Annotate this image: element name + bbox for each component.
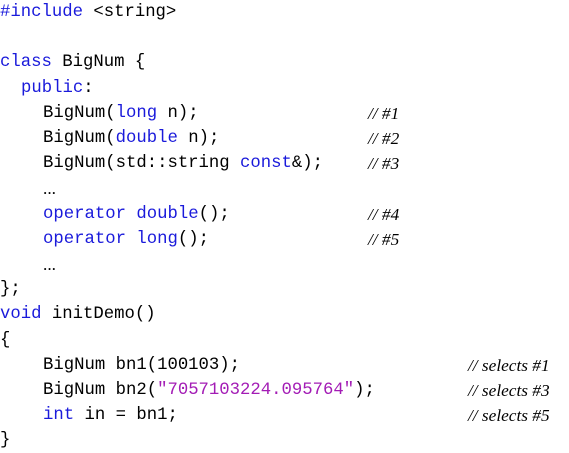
code-line: ... <box>0 176 56 201</box>
code-text: BigNum bn2( <box>43 381 158 400</box>
code-keyword: const <box>240 154 292 174</box>
code-line: BigNum(std::string const&); <box>0 151 323 176</box>
code-text: BigNum( <box>43 129 116 148</box>
code-line: ... <box>0 252 56 277</box>
code-line: operator long(); <box>0 227 209 252</box>
code-string: "7057103224.095764" <box>157 381 355 400</box>
code-comment: // selects #1 <box>468 355 550 375</box>
code-text: BigNum { <box>51 53 146 73</box>
code-line: BigNum(double n); <box>0 126 219 151</box>
code-text: n); <box>157 103 199 123</box>
code-text: BigNum bn1(100103); <box>43 355 241 375</box>
code-line: } <box>0 428 10 453</box>
code-text: in = bn1; <box>74 406 178 426</box>
code-text: { <box>0 330 11 350</box>
code-line: class BigNum { <box>0 50 145 75</box>
code-ellipsis: ... <box>43 179 56 199</box>
code-keyword: operator <box>43 229 126 249</box>
code-keyword: double <box>115 129 178 148</box>
code-keyword: class <box>0 53 52 73</box>
code-comment: // #4 <box>368 204 400 224</box>
code-text: : <box>83 78 94 98</box>
code-line: }; <box>0 277 21 302</box>
code-keyword: int <box>43 406 75 426</box>
code-text: &); <box>291 154 324 174</box>
code-listing: #include <string> class BigNum {public: Bi… <box>0 0 569 450</box>
code-line: BigNum bn1(100103); <box>0 353 240 378</box>
code-line: BigNum bn2("7057103224.095764"); <box>0 378 375 403</box>
code-text: BigNum(std::string <box>43 154 241 174</box>
code-comment: // #2 <box>368 129 400 148</box>
code-line: #include <string> <box>0 0 176 25</box>
code-keyword: long <box>136 229 178 249</box>
code-comment: // selects #5 <box>468 406 550 426</box>
code-line: int in = bn1; <box>0 403 178 428</box>
code-keyword: operator <box>43 204 126 224</box>
code-comment: // #3 <box>368 154 400 174</box>
code-text: (); <box>198 204 230 224</box>
code-line: { <box>0 328 10 353</box>
code-line: BigNum(long n); <box>0 101 199 126</box>
code-text: <string> <box>82 3 177 22</box>
code-text: BigNum( <box>43 103 116 123</box>
code-keyword: double <box>136 204 199 224</box>
code-text: (); <box>177 229 209 249</box>
code-line: public: <box>0 76 94 101</box>
code-keyword: long <box>115 103 158 123</box>
code-text: initDemo() <box>41 305 156 325</box>
code-line: void initDemo() <box>0 302 156 327</box>
code-text: n); <box>177 129 220 148</box>
code-comment: // #1 <box>368 103 400 123</box>
code-keyword: #include <box>0 3 83 22</box>
code-keyword: void <box>0 305 42 325</box>
code-comment: // selects #3 <box>468 381 550 400</box>
code-comment: // #5 <box>368 229 400 249</box>
code-text: } <box>0 431 11 451</box>
code-text: ); <box>354 381 375 400</box>
code-ellipsis: ... <box>43 255 56 274</box>
code-keyword: public <box>21 78 84 98</box>
code-text: }; <box>0 280 21 300</box>
code-line: operator double(); <box>0 202 230 227</box>
